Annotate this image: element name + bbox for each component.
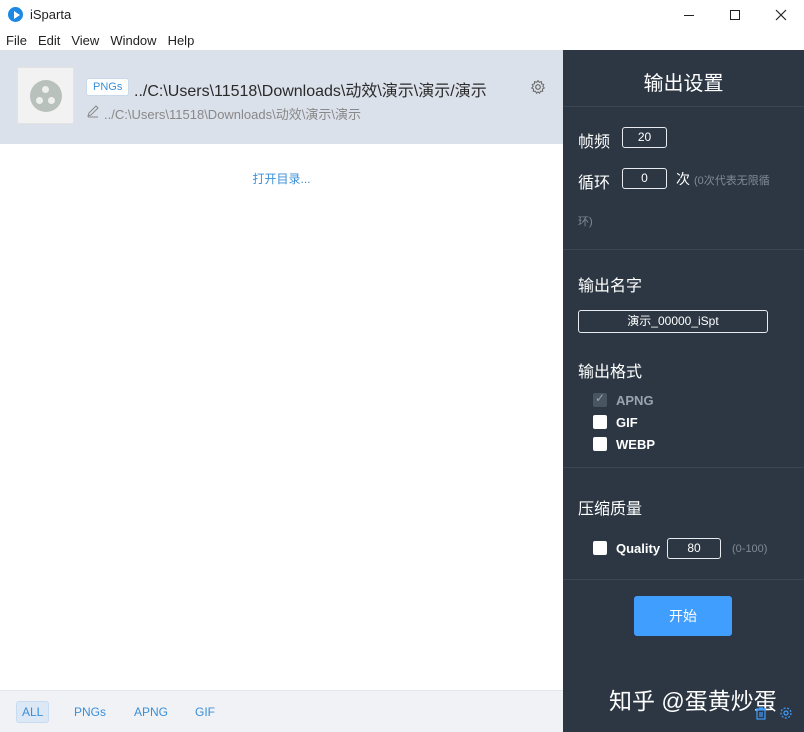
format-apng[interactable]: APNG [593,391,654,408]
menu-view[interactable]: View [71,33,99,48]
divider [563,467,804,468]
loop-hint-cont: 环) [578,216,593,228]
filter-gif[interactable]: GIF [190,701,220,723]
filter-pngs[interactable]: PNGs [69,701,111,723]
quality-row[interactable]: Quality [593,540,660,556]
apng-checkbox[interactable] [593,391,607,407]
loop-hint: (0次代表无限循 [694,175,770,187]
loop-label: 循环 [578,175,611,192]
settings-title: 输出设置 [643,73,724,95]
app-logo-icon [8,7,23,22]
loop-input[interactable]: 0 [622,168,667,189]
webp-checkbox[interactable] [593,437,607,451]
quality-label: Quality [616,540,661,556]
minimize-button[interactable] [666,0,712,30]
watermark: 知乎 @蛋黄炒蛋 [609,688,777,714]
apng-label: APNG [616,392,654,408]
start-button[interactable]: 开始 [634,596,732,636]
output-path: ../C:\Users\11518\Downloads\动效\演示\演示 [104,107,361,122]
menu-bar: File Edit View Window Help [0,30,804,50]
format-gif[interactable]: GIF [593,414,638,430]
menu-edit[interactable]: Edit [38,33,60,48]
menu-file[interactable]: File [6,33,27,48]
output-name-input[interactable]: 演示_00000_iSpt [578,310,768,333]
filter-bar: ALL PNGs APNG GIF [0,690,563,732]
open-directory-link[interactable]: 打开目录... [0,170,563,187]
quality-range: (0-100) [732,543,768,555]
output-name-label: 输出名字 [578,278,643,295]
divider [563,249,804,250]
filter-all[interactable]: ALL [16,701,50,723]
gif-checkbox[interactable] [593,415,607,429]
close-icon [775,9,787,21]
file-type-badge: PNGs [86,78,130,96]
divider [563,106,804,107]
gear-icon[interactable] [530,79,546,95]
quality-input[interactable]: 80 [667,538,721,559]
close-button[interactable] [758,0,804,30]
filter-apng[interactable]: APNG [129,701,173,723]
format-webp[interactable]: WEBP [593,436,655,452]
compress-label: 压缩质量 [578,501,643,518]
minimize-icon [684,14,694,16]
trash-icon[interactable] [754,706,768,720]
output-format-label: 输出格式 [578,364,643,381]
pencil-icon[interactable] [86,104,100,118]
settings-gear-icon[interactable] [779,706,793,720]
menu-help[interactable]: Help [168,33,195,48]
maximize-button[interactable] [712,0,758,30]
maximize-icon [730,10,740,20]
file-list-panel: PNGs ../C:\Users\11518\Downloads\动效\演示\演… [0,50,563,732]
settings-panel: 输出设置 帧频 20 循环 0 次 (0次代表无限循 环) 输出名字 演示_00… [563,50,804,732]
file-thumbnail [17,67,74,124]
webp-label: WEBP [616,436,655,452]
loop-unit: 次 [676,171,690,187]
frame-rate-label: 帧频 [578,134,611,151]
frame-rate-input[interactable]: 20 [622,127,667,148]
title-bar: iSparta [0,0,804,30]
divider [563,579,804,580]
file-item[interactable]: PNGs ../C:\Users\11518\Downloads\动效\演示\演… [0,50,563,144]
quality-checkbox[interactable] [593,541,607,555]
file-path: ../C:\Users\11518\Downloads\动效\演示\演示/演示 [134,83,487,100]
window-title: iSparta [30,7,72,22]
gif-label: GIF [616,414,638,430]
menu-window[interactable]: Window [110,33,156,48]
